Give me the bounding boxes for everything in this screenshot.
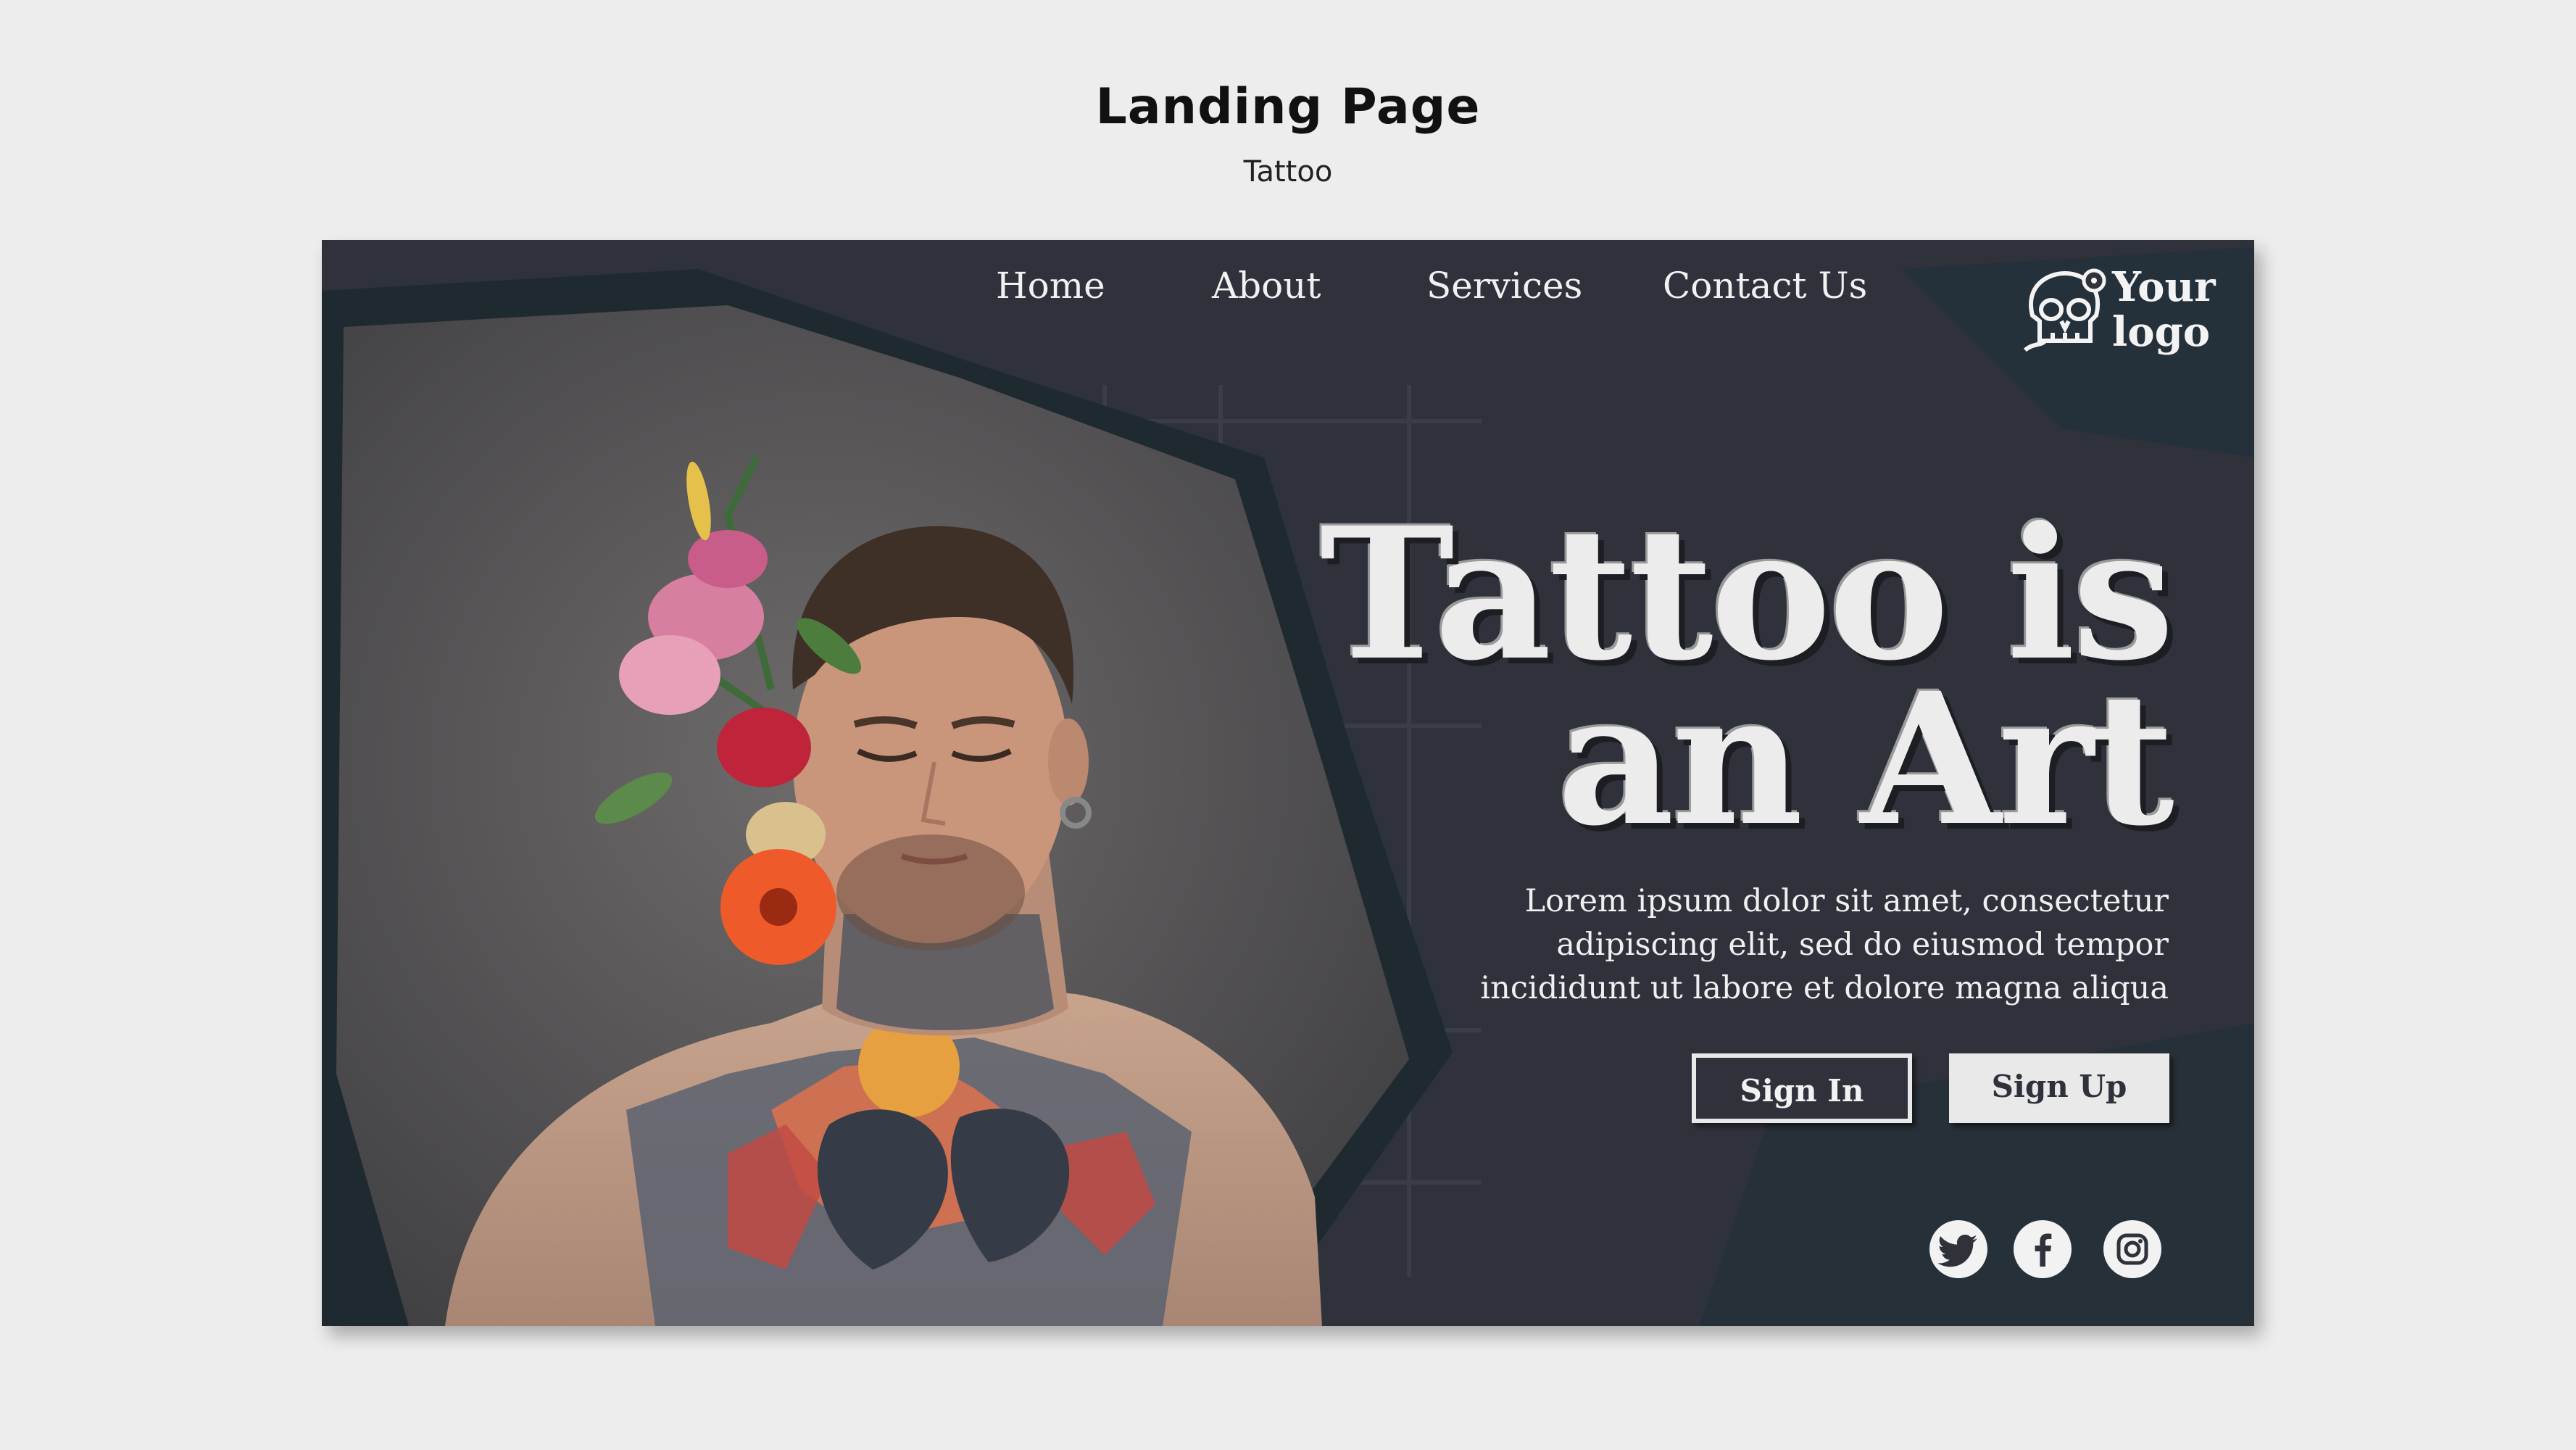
logo-line-1: Your bbox=[2112, 263, 2216, 311]
sign-in-button[interactable]: Sign In bbox=[1692, 1053, 1912, 1123]
hero-description-line-2: adipiscing elit, sed do eiusmod tempor bbox=[1556, 927, 2169, 963]
hero-description-line-1: Lorem ipsum dolor sit amet, consectetur bbox=[1524, 883, 2169, 919]
facebook-icon[interactable] bbox=[2014, 1220, 2072, 1278]
logo-line-2: logo bbox=[2112, 308, 2211, 356]
logo-text: Your logo bbox=[2112, 265, 2228, 355]
nav-home[interactable]: Home bbox=[996, 265, 1105, 307]
main-nav: Home About Services Contact Us bbox=[322, 265, 2254, 323]
ear bbox=[1048, 718, 1089, 805]
hero-description-line-3: incididunt ut labore et dolore magna ali… bbox=[1480, 970, 2169, 1006]
instagram-icon[interactable] bbox=[2103, 1220, 2161, 1278]
hero-title-line-2: an Art bbox=[1557, 652, 2174, 866]
page-subtitle: Tattoo bbox=[1243, 155, 1333, 188]
page-title: Landing Page bbox=[1095, 78, 1481, 136]
beard bbox=[836, 834, 1025, 950]
hero-description: Lorem ipsum dolor sit amet, consectetur … bbox=[1371, 879, 2169, 1010]
skull-icon bbox=[2023, 268, 2106, 352]
brand-logo[interactable]: Your logo bbox=[2018, 265, 2235, 366]
landing-mockup: Home About Services Contact Us Your logo bbox=[322, 240, 2254, 1326]
nav-about[interactable]: About bbox=[1212, 265, 1321, 307]
hero-title: Tattoo is an Art bbox=[1302, 487, 2174, 866]
sign-up-button[interactable]: Sign Up bbox=[1949, 1053, 2169, 1123]
nav-services[interactable]: Services bbox=[1426, 265, 1582, 307]
twitter-icon[interactable] bbox=[1929, 1220, 1987, 1278]
hero-title-line-1: Tattoo is bbox=[1319, 487, 2174, 700]
nav-contact-us[interactable]: Contact Us bbox=[1663, 265, 1867, 307]
